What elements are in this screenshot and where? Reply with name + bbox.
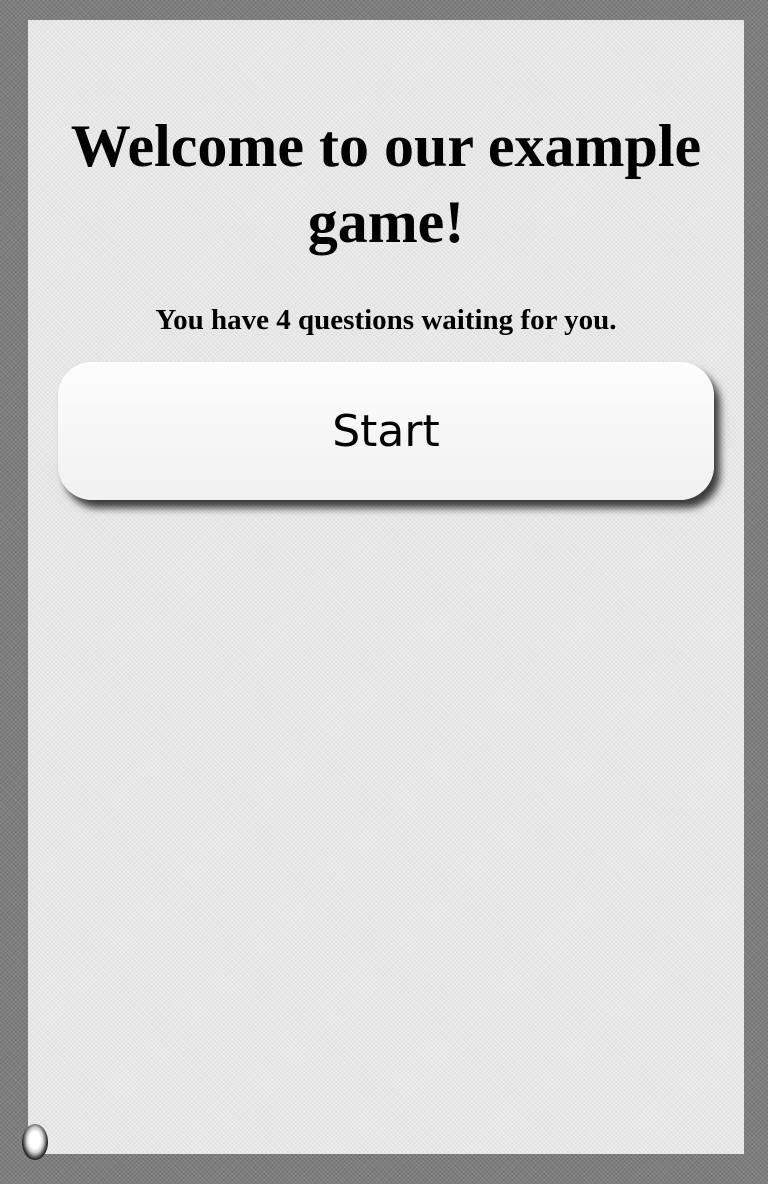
questions-waiting-text: You have 4 questions waiting for you. xyxy=(155,304,617,336)
pointer-cursor-icon xyxy=(22,1124,48,1160)
start-button[interactable]: Start xyxy=(58,362,714,500)
page-title: Welcome to our example game! xyxy=(70,113,702,255)
welcome-panel: Welcome to our example game! You have 4 … xyxy=(28,20,744,1154)
